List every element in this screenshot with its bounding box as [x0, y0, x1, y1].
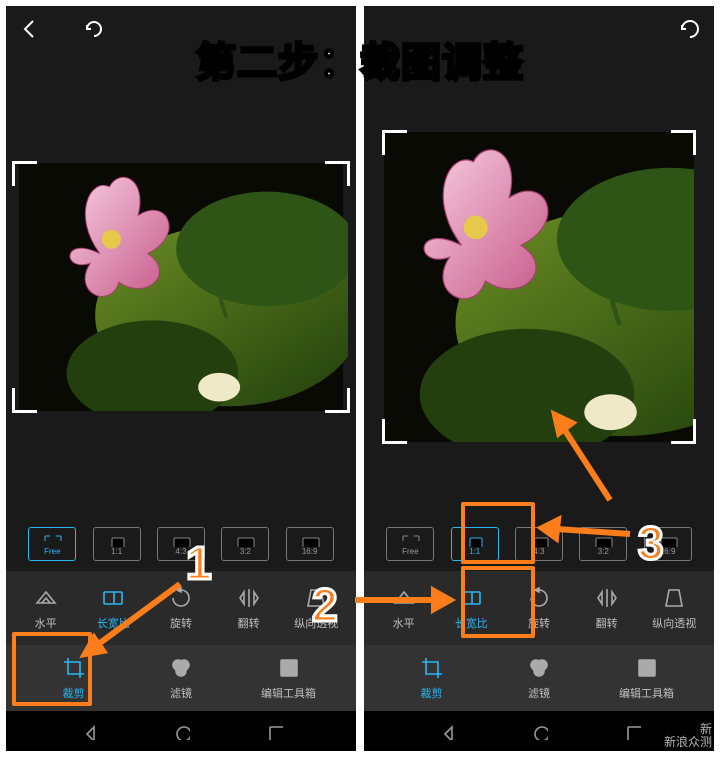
android-navbar — [6, 711, 356, 751]
phone-right: Free 1:1 4:3 3:2 16:9 水平 长宽比 旋转 翻转 纵向透视 … — [364, 6, 714, 751]
aspect-ratio-row: Free 1:1 4:3 3:2 16:9 — [364, 517, 714, 571]
ratio-free[interactable]: Free — [386, 527, 434, 561]
nav-home[interactable] — [528, 720, 550, 742]
nav-recent[interactable] — [263, 720, 285, 742]
tab-filter[interactable]: 滤镜 — [141, 655, 221, 701]
tool-flip[interactable]: 翻转 — [221, 585, 277, 631]
undo-button[interactable] — [82, 17, 106, 46]
tool-level[interactable]: 水平 — [376, 585, 432, 631]
ratio-1-1[interactable]: 1:1 — [451, 527, 499, 561]
canvas-area[interactable] — [364, 56, 714, 517]
crop-handle-bl[interactable] — [382, 419, 407, 444]
crop-handle-br[interactable] — [671, 419, 696, 444]
crop-handle-tr[interactable] — [671, 130, 696, 155]
nav-back[interactable] — [77, 720, 99, 742]
bottom-tabs: 裁剪 滤镜 编辑工具箱 — [364, 645, 714, 711]
tool-perspective[interactable]: 纵向透视 — [288, 585, 344, 631]
rotate-reset-button[interactable] — [678, 17, 702, 46]
tool-rotate[interactable]: 旋转 — [511, 585, 567, 631]
crop-handle-br[interactable] — [325, 388, 350, 413]
tool-rotate[interactable]: 旋转 — [153, 585, 209, 631]
phone-left: Free 1:1 4:3 3:2 16:9 水平 长宽比 旋转 翻转 纵向透视 … — [6, 6, 356, 751]
tab-tools[interactable]: 编辑工具箱 — [607, 655, 687, 701]
bottom-tabs: 裁剪 滤镜 编辑工具箱 — [6, 645, 356, 711]
nav-home[interactable] — [170, 720, 192, 742]
ratio-16-9[interactable]: 16:9 — [286, 527, 334, 561]
nav-recent[interactable] — [621, 720, 643, 742]
tab-tools[interactable]: 编辑工具箱 — [249, 655, 329, 701]
tool-perspective[interactable]: 纵向透视 — [646, 585, 702, 631]
crop-handle-bl[interactable] — [12, 388, 37, 413]
photo-content — [384, 132, 694, 442]
ratio-3-2[interactable]: 3:2 — [579, 527, 627, 561]
tab-crop[interactable]: 裁剪 — [392, 655, 472, 701]
tool-aspect[interactable]: 长宽比 — [443, 585, 499, 631]
ratio-16-9[interactable]: 16:9 — [644, 527, 692, 561]
tool-aspect[interactable]: 长宽比 — [85, 585, 141, 631]
android-navbar — [364, 711, 714, 751]
ratio-4-3[interactable]: 4:3 — [157, 527, 205, 561]
crop-handle-tl[interactable] — [382, 130, 407, 155]
tool-row: 水平 长宽比 旋转 翻转 纵向透视 — [6, 571, 356, 645]
crop-handle-tr[interactable] — [325, 161, 350, 186]
ratio-3-2[interactable]: 3:2 — [221, 527, 269, 561]
tab-filter[interactable]: 滤镜 — [499, 655, 579, 701]
tool-flip[interactable]: 翻转 — [579, 585, 635, 631]
topbar — [6, 6, 356, 56]
back-button[interactable] — [18, 17, 42, 46]
ratio-1-1[interactable]: 1:1 — [93, 527, 141, 561]
topbar — [364, 6, 714, 56]
canvas-area[interactable] — [6, 56, 356, 517]
tool-row: 水平 长宽比 旋转 翻转 纵向透视 — [364, 571, 714, 645]
tool-level[interactable]: 水平 — [18, 585, 74, 631]
ratio-4-3[interactable]: 4:3 — [515, 527, 563, 561]
nav-back[interactable] — [435, 720, 457, 742]
aspect-ratio-row: Free 1:1 4:3 3:2 16:9 — [6, 517, 356, 571]
crop-handle-tl[interactable] — [12, 161, 37, 186]
photo-content — [14, 163, 348, 411]
ratio-free[interactable]: Free — [28, 527, 76, 561]
tab-crop[interactable]: 裁剪 — [34, 655, 114, 701]
